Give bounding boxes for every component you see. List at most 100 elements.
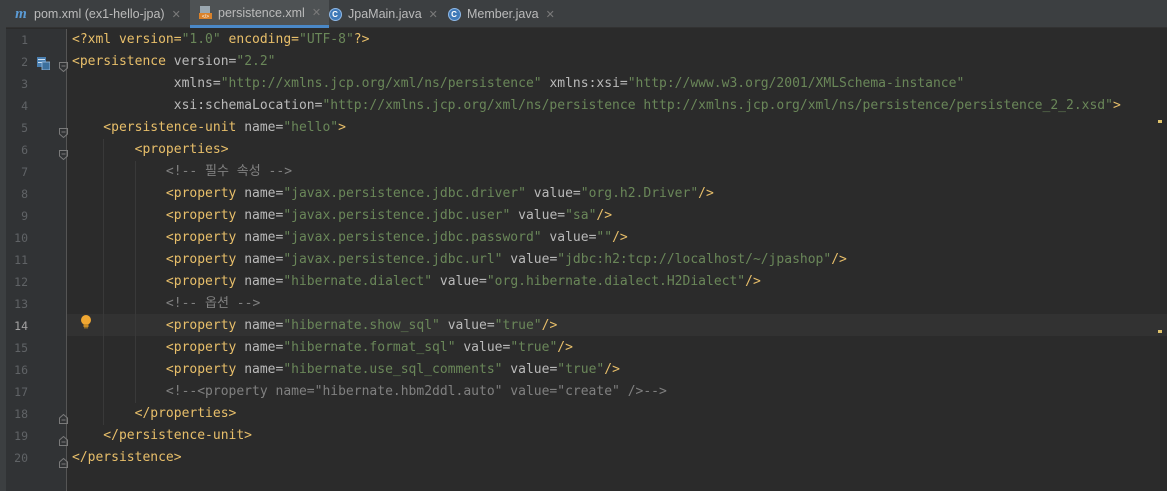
line-number: 9 [21,209,28,223]
code-token: /> [557,340,573,355]
code-token: value= [439,318,495,333]
code-line[interactable]: <property name="hibernate.show_sql" valu… [72,315,557,337]
code-token: /> [604,362,620,377]
fold-open-icon[interactable] [59,145,68,161]
tab-pom-xml[interactable]: m pom.xml (ex1-hello-jpa) ✕ [14,0,181,28]
fold-open-icon[interactable] [59,57,68,73]
line-number: 15 [14,341,28,355]
tab-label: Member.java [467,7,539,21]
fold-close-icon[interactable] [59,453,68,468]
code-token: "hibernate.use_sql_comments" [283,362,503,377]
code-line[interactable]: <property name="javax.persistence.jdbc.p… [72,227,628,249]
code-token: name= [244,186,284,201]
code-line[interactable]: </persistence> [72,447,182,469]
code-token: "hibernate.format_sql" [283,340,456,355]
code-token: value= [510,208,566,223]
code-token: <!-- 옵션 --> [72,296,261,311]
code-token: /> [831,252,847,267]
code-token: <persistence [72,54,174,69]
line-number: 18 [14,407,28,421]
code-token: "http://www.w3.org/2001/XMLSchema-instan… [627,76,965,91]
code-token: <property [72,208,245,223]
tab-jpamain-java[interactable]: C JpaMain.java ✕ [328,0,438,28]
code-token: <property [72,340,245,355]
line-number: 7 [21,165,28,179]
fold-open-icon[interactable] [59,123,68,139]
code-token: xsi:schemaLocation= [72,98,323,113]
code-token: <!--<property name="hibernate.hbm2ddl.au… [72,384,667,399]
code-token: "hibernate.show_sql" [283,318,440,333]
code-token: value= [502,362,558,377]
code-token: xmlns:xsi= [541,76,628,91]
code-token: value= [541,230,597,245]
code-token: "true" [510,340,558,355]
java-class-icon: C [447,7,461,21]
code-token: > [338,120,346,135]
code-line[interactable]: <property name="javax.persistence.jdbc.d… [72,183,714,205]
close-icon[interactable]: ✕ [312,6,321,19]
code-line[interactable]: <persistence version="2.2" [72,51,276,73]
close-icon[interactable]: ✕ [546,8,555,21]
tab-persistence-xml[interactable]: </> persistence.xml ✕ [190,0,330,28]
code-token: "http://xmlns.jcp.org/xml/ns/persistence… [220,76,542,91]
code-line[interactable]: <!-- 옵션 --> [72,293,260,315]
line-number: 1 [21,33,28,47]
line-number: 13 [14,297,28,311]
code-line[interactable]: <property name="hibernate.format_sql" va… [72,337,573,359]
error-stripe-mark[interactable] [1158,330,1162,333]
code-token: <property [72,186,245,201]
line-number: 16 [14,363,28,377]
code-token: name= [244,340,284,355]
code-line[interactable]: <properties> [72,139,229,161]
fold-close-icon[interactable] [59,409,68,424]
code-token: /> [612,230,628,245]
code-token: xmlns= [72,76,221,91]
code-token: <property [72,318,245,333]
line-number: 17 [14,385,28,399]
code-token: "2.2" [236,54,276,69]
code-token: <property [72,274,245,289]
code-token: name= [244,208,284,223]
code-line[interactable]: <!--<property name="hibernate.hbm2ddl.au… [72,381,667,403]
tab-label: pom.xml (ex1-hello-jpa) [34,7,165,21]
code-token: <properties> [72,142,229,157]
xml-file-icon: </> [198,5,212,20]
code-token: "javax.persistence.jdbc.password" [283,230,542,245]
fold-close-icon[interactable] [59,431,68,446]
code-token: /> [541,318,558,333]
code-token: value= [455,340,511,355]
code-line[interactable]: <property name="hibernate.dialect" value… [72,271,761,293]
line-number: 8 [21,187,28,201]
code-line[interactable]: </properties> [72,403,237,425]
line-number: 14 [14,319,28,333]
code-token: "true" [557,362,605,377]
code-line[interactable]: <property name="javax.persistence.jdbc.u… [72,205,612,227]
code-line[interactable]: xsi:schemaLocation="http://xmlns.jcp.org… [72,95,1121,117]
error-stripe-mark[interactable] [1158,120,1162,123]
tab-label: persistence.xml [218,5,305,20]
code-line[interactable]: <!-- 필수 속성 --> [72,161,292,183]
tab-member-java[interactable]: C Member.java ✕ [447,0,555,28]
line-number: 4 [21,99,28,113]
editor-tab-bar: m pom.xml (ex1-hello-jpa) ✕ </> persiste… [6,0,1167,28]
close-icon[interactable]: ✕ [172,8,181,21]
code-token: "org.hibernate.dialect.H2Dialect" [486,274,746,289]
close-icon[interactable]: ✕ [429,8,438,21]
code-token: /> [745,274,761,289]
code-line[interactable]: <persistence-unit name="hello"> [72,117,346,139]
code-line[interactable]: xmlns="http://xmlns.jcp.org/xml/ns/persi… [72,73,965,95]
code-line[interactable]: <property name="hibernate.use_sql_commen… [72,359,620,381]
code-token: "jdbc:h2:tcp://localhost/~/jpashop" [557,252,832,267]
code-token: name= [244,120,284,135]
svg-text:</>: </> [201,14,208,20]
code-line[interactable]: <?xml version="1.0" encoding="UTF-8"?> [72,29,369,51]
line-number: 2 [21,55,28,69]
code-token: value= [502,252,558,267]
code-token: name= [244,318,284,333]
persistence-unit-icon[interactable] [37,55,51,71]
code-token: /> [698,186,714,201]
code-line[interactable]: <property name="javax.persistence.jdbc.u… [72,249,847,271]
code-line[interactable]: </persistence-unit> [72,425,252,447]
code-token: "org.h2.Driver" [580,186,699,201]
code-token: "true" [494,318,542,333]
